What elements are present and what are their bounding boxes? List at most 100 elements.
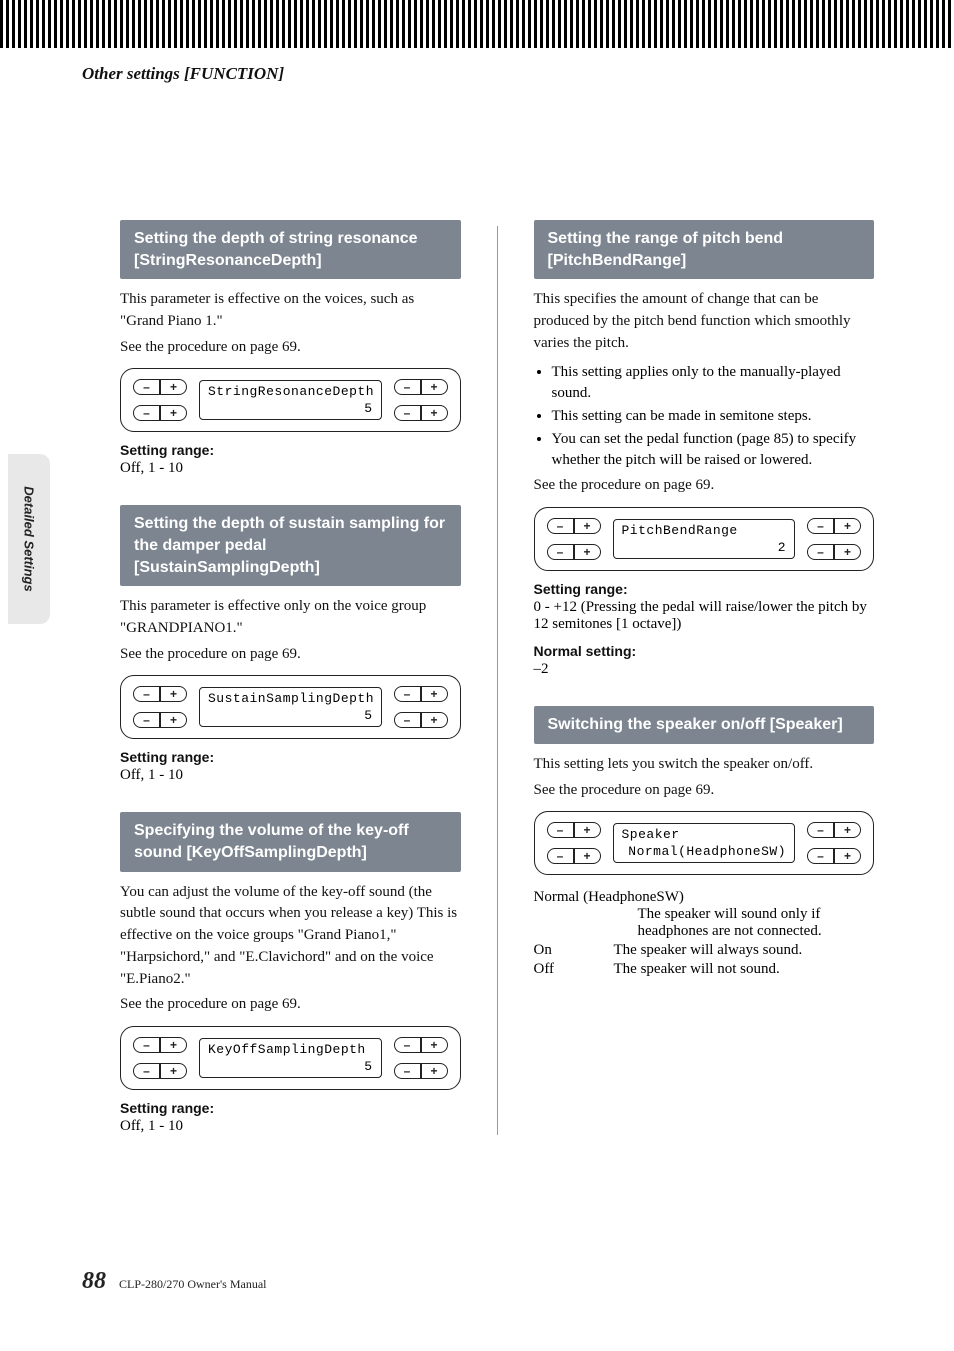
- nav-buttons-b[interactable]: –+: [133, 405, 187, 421]
- minus-button[interactable]: –: [547, 518, 574, 534]
- minus-button[interactable]: –: [547, 848, 574, 864]
- lcd-panel: –+ –+ SustainSamplingDepth 5 –+ –+: [120, 675, 461, 739]
- section-heading-sustain-sampling: Setting the depth of sustain sampling fo…: [120, 505, 461, 586]
- minus-button[interactable]: –: [807, 544, 834, 560]
- plus-button[interactable]: +: [160, 1037, 187, 1053]
- minus-button[interactable]: –: [394, 405, 421, 421]
- normal-setting-label: Normal setting:: [534, 643, 875, 659]
- paragraph: This parameter is effective on the voice…: [120, 289, 461, 333]
- lcd-screen: PitchBendRange 2: [613, 519, 796, 559]
- plus-button[interactable]: +: [421, 405, 448, 421]
- list-item: This setting applies only to the manuall…: [552, 362, 875, 404]
- barcode-strip: [0, 0, 954, 48]
- lcd-screen: Speaker Normal(HeadphoneSW): [613, 823, 796, 863]
- plus-button[interactable]: +: [421, 1063, 448, 1079]
- lcd-screen: SustainSamplingDepth 5: [199, 687, 382, 727]
- nav-buttons-a[interactable]: –+: [547, 822, 601, 838]
- paragraph: This specifies the amount of change that…: [534, 289, 875, 354]
- setting-range-value: Off, 1 - 10: [120, 1118, 461, 1135]
- manual-title: CLP-280/270 Owner's Manual: [119, 1277, 266, 1291]
- page-number: 88: [82, 1268, 106, 1294]
- minus-button[interactable]: –: [547, 822, 574, 838]
- setting-range-label: Setting range:: [120, 749, 461, 765]
- minus-button[interactable]: –: [133, 686, 160, 702]
- nav-buttons-b[interactable]: –+: [547, 848, 601, 864]
- plus-button[interactable]: +: [160, 686, 187, 702]
- minus-button[interactable]: –: [394, 712, 421, 728]
- lcd-line1: KeyOffSamplingDepth: [208, 1042, 373, 1057]
- minus-button[interactable]: –: [807, 848, 834, 864]
- plus-button[interactable]: +: [421, 712, 448, 728]
- minus-button[interactable]: –: [133, 712, 160, 728]
- plus-button[interactable]: +: [574, 822, 601, 838]
- minus-button[interactable]: –: [133, 1063, 160, 1079]
- plus-button[interactable]: +: [834, 544, 861, 560]
- page-footer: 88 CLP-280/270 Owner's Manual: [82, 1268, 266, 1295]
- nav-buttons-a[interactable]: –+: [133, 686, 187, 702]
- nav-buttons-a[interactable]: –+: [133, 1037, 187, 1053]
- plus-button[interactable]: +: [160, 379, 187, 395]
- lcd-line2: 5: [364, 401, 372, 416]
- nav-buttons-d[interactable]: –+: [394, 712, 448, 728]
- lcd-panel: –+ –+ Speaker Normal(HeadphoneSW) –+ –+: [534, 811, 875, 875]
- setting-key: Off: [534, 961, 614, 978]
- nav-buttons-a[interactable]: –+: [547, 518, 601, 534]
- setting-range-value: Off, 1 - 10: [120, 460, 461, 477]
- plus-button[interactable]: +: [834, 822, 861, 838]
- plus-button[interactable]: +: [160, 1063, 187, 1079]
- setting-desc: The speaker will always sound.: [614, 942, 875, 959]
- plus-button[interactable]: +: [834, 518, 861, 534]
- nav-buttons-c[interactable]: –+: [394, 379, 448, 395]
- nav-buttons-c[interactable]: –+: [394, 1037, 448, 1053]
- minus-button[interactable]: –: [133, 1037, 160, 1053]
- side-tab-label: Detailed Settings: [22, 486, 37, 591]
- minus-button[interactable]: –: [394, 379, 421, 395]
- nav-buttons-c[interactable]: –+: [807, 518, 861, 534]
- minus-button[interactable]: –: [807, 518, 834, 534]
- plus-button[interactable]: +: [421, 379, 448, 395]
- plus-button[interactable]: +: [574, 848, 601, 864]
- minus-button[interactable]: –: [807, 822, 834, 838]
- plus-button[interactable]: +: [421, 1037, 448, 1053]
- paragraph: This parameter is effective only on the …: [120, 596, 461, 640]
- column-divider: [497, 226, 498, 1135]
- setting-desc: The speaker will sound only if headphone…: [534, 906, 875, 940]
- bullet-list: This setting applies only to the manuall…: [534, 362, 875, 471]
- paragraph: See the procedure on page 69.: [120, 337, 461, 359]
- plus-button[interactable]: +: [421, 686, 448, 702]
- setting-key: On: [534, 942, 614, 959]
- nav-buttons-b[interactable]: –+: [133, 1063, 187, 1079]
- lcd-screen: StringResonanceDepth 5: [199, 380, 382, 420]
- plus-button[interactable]: +: [834, 848, 861, 864]
- paragraph: See the procedure on page 69.: [534, 780, 875, 802]
- nav-buttons-c[interactable]: –+: [394, 686, 448, 702]
- setting-range-label: Setting range:: [120, 442, 461, 458]
- minus-button[interactable]: –: [133, 379, 160, 395]
- setting-desc: The speaker will not sound.: [614, 961, 875, 978]
- nav-buttons-b[interactable]: –+: [133, 712, 187, 728]
- plus-button[interactable]: +: [574, 544, 601, 560]
- minus-button[interactable]: –: [394, 1037, 421, 1053]
- nav-buttons-d[interactable]: –+: [394, 1063, 448, 1079]
- lcd-panel: –+ –+ KeyOffSamplingDepth 5 –+ –+: [120, 1026, 461, 1090]
- minus-button[interactable]: –: [394, 686, 421, 702]
- nav-buttons-b[interactable]: –+: [547, 544, 601, 560]
- paragraph: You can adjust the volume of the key-off…: [120, 882, 461, 991]
- plus-button[interactable]: +: [160, 405, 187, 421]
- nav-buttons-d[interactable]: –+: [807, 544, 861, 560]
- nav-buttons-c[interactable]: –+: [807, 822, 861, 838]
- left-column: Setting the depth of string resonance [S…: [120, 220, 461, 1135]
- minus-button[interactable]: –: [394, 1063, 421, 1079]
- plus-button[interactable]: +: [160, 712, 187, 728]
- minus-button[interactable]: –: [133, 405, 160, 421]
- plus-button[interactable]: +: [574, 518, 601, 534]
- nav-buttons-a[interactable]: –+: [133, 379, 187, 395]
- minus-button[interactable]: –: [547, 544, 574, 560]
- list-item: This setting can be made in semitone ste…: [552, 406, 875, 427]
- lcd-line1: StringResonanceDepth: [208, 384, 373, 399]
- nav-buttons-d[interactable]: –+: [394, 405, 448, 421]
- paragraph: See the procedure on page 69.: [120, 994, 461, 1016]
- list-item: You can set the pedal function (page 85)…: [552, 429, 875, 471]
- paragraph: See the procedure on page 69.: [120, 644, 461, 666]
- nav-buttons-d[interactable]: –+: [807, 848, 861, 864]
